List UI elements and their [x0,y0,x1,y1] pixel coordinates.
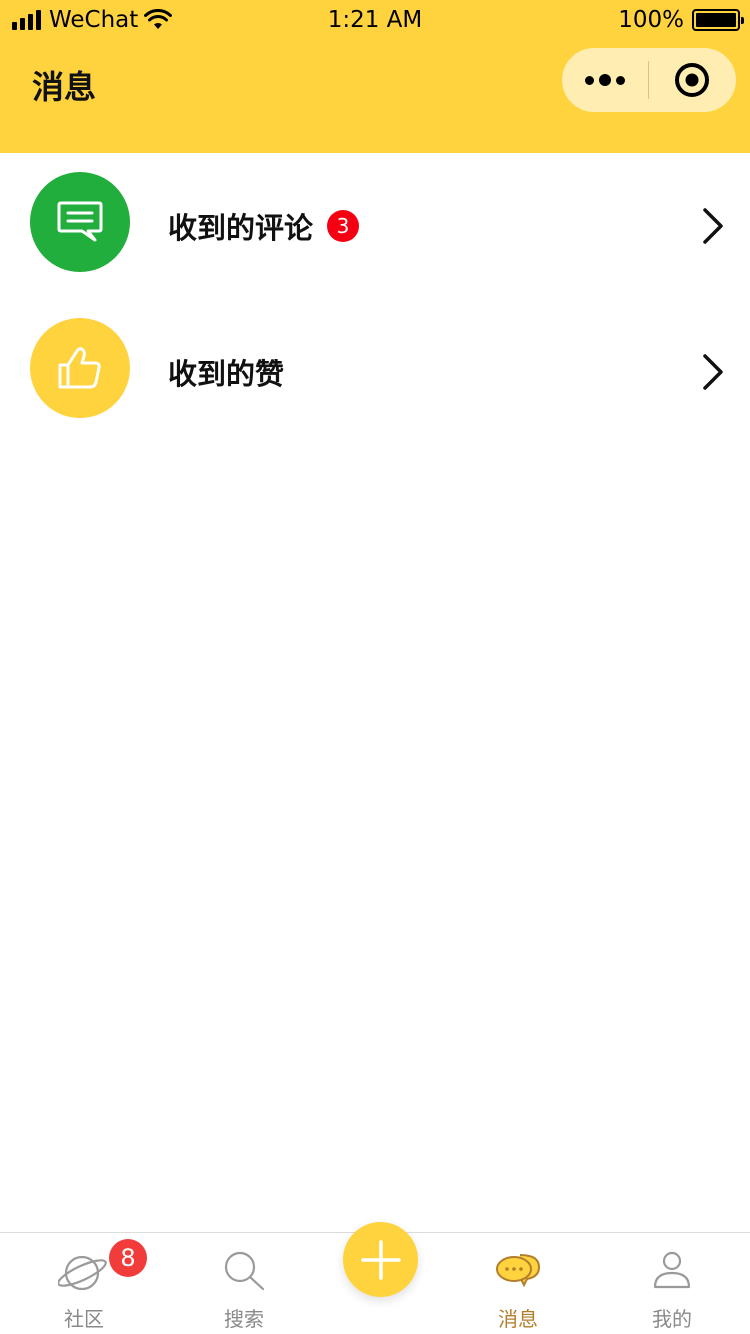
status-bar: WeChat 1:21 AM 100% [0,0,750,40]
battery-icon [692,9,744,31]
tab-messages[interactable]: 消息 [443,1233,593,1334]
chevron-right-icon [703,354,723,390]
tab-label: 我的 [652,1307,692,1331]
more-button[interactable] [562,48,648,112]
add-post-button[interactable] [343,1222,418,1297]
comment-icon [57,201,103,242]
dot-icon [599,74,611,86]
header: WeChat 1:21 AM 100% 消息 [0,0,750,153]
dot-icon [616,75,625,85]
community-badge: 8 [109,1239,147,1277]
dot-icon [585,75,594,85]
page-title: 消息 [32,68,97,106]
comments-label: 收到的评论 3 [168,205,360,247]
tab-search[interactable]: 搜索 [169,1233,319,1334]
close-mini-program-button[interactable] [649,48,735,112]
plus-icon [360,1239,401,1280]
list-item-comments[interactable]: 收到的评论 3 [0,153,750,299]
target-icon [675,63,709,97]
tab-community[interactable]: 8 社区 [9,1233,159,1334]
comments-label-text: 收到的评论 [168,211,314,245]
tab-label: 社区 [64,1307,104,1331]
likes-label-text: 收到的赞 [168,357,285,391]
message-list: 收到的评论 3 收到的赞 [0,153,750,445]
likes-label: 收到的赞 [168,351,284,393]
person-icon [653,1251,691,1289]
planet-icon [58,1255,107,1291]
comments-icon-circle [30,172,130,272]
list-item-likes[interactable]: 收到的赞 [0,299,750,445]
battery-percent: 100% [618,7,684,33]
tab-me[interactable]: 我的 [597,1233,747,1334]
status-right: 100% [618,7,744,33]
likes-icon-circle [30,318,130,418]
search-icon [224,1251,265,1291]
tab-label: 搜索 [224,1307,264,1331]
tab-label: 消息 [498,1307,538,1331]
page: WeChat 1:21 AM 100% 消息 收到的评论 3 收到的赞 8 社区… [0,0,750,1334]
mini-program-capsule [562,48,736,112]
comments-badge: 3 [327,210,360,242]
thumbs-up-icon [58,347,101,389]
chat-bubble-icon [496,1254,541,1288]
chevron-right-icon [703,208,723,244]
